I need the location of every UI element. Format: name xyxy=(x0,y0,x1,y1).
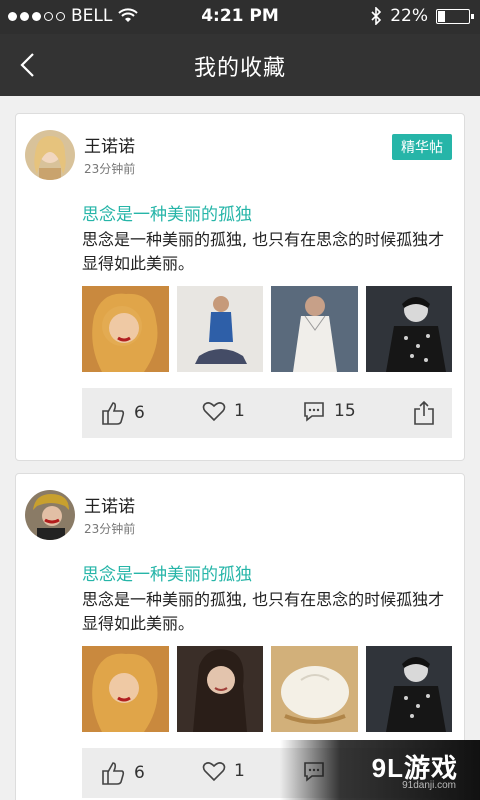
user-avatar[interactable] xyxy=(25,490,75,540)
favorite-button[interactable]: 1 xyxy=(202,760,245,782)
comment-count: 15 xyxy=(334,401,356,421)
bluetooth-icon xyxy=(371,7,382,25)
like-button[interactable]: 6 xyxy=(100,400,145,426)
thumbs-up-icon xyxy=(102,762,125,785)
post-image[interactable] xyxy=(82,286,169,372)
battery-level-fill xyxy=(438,10,446,22)
post-body[interactable]: 思念是一种美丽的孤独, 也只有在思念的时候孤独才显得如此美丽。 xyxy=(82,588,460,636)
comment-button[interactable]: 15 xyxy=(302,400,356,422)
share-button[interactable] xyxy=(412,400,436,426)
post-card[interactable]: 王诺诺 23分钟前 精华帖 思念是一种美丽的孤独 思念是一种美丽的孤独, 也只有… xyxy=(15,113,465,461)
status-right: 22% xyxy=(370,6,474,26)
favorite-button[interactable]: 1 xyxy=(202,400,245,422)
thumbs-up-icon xyxy=(102,402,125,425)
post-title[interactable]: 思念是一种美丽的孤独 xyxy=(82,200,252,225)
post-image[interactable] xyxy=(176,286,263,372)
watermark-logo: 9L游戏 91danji.com xyxy=(280,740,480,800)
battery-percent: 22% xyxy=(390,6,428,26)
user-name[interactable]: 王诺诺 xyxy=(84,132,135,157)
post-images xyxy=(82,646,452,732)
heart-icon xyxy=(202,402,226,422)
watermark-site: 91danji.com xyxy=(402,780,456,791)
like-button[interactable]: 6 xyxy=(100,760,145,786)
like-count: 6 xyxy=(134,763,145,783)
post-image[interactable] xyxy=(365,646,452,732)
page-title: 我的收藏 xyxy=(193,56,286,81)
favorites-feed[interactable]: 王诺诺 23分钟前 精华帖 思念是一种美丽的孤独 思念是一种美丽的孤独, 也只有… xyxy=(0,96,480,800)
comment-icon xyxy=(304,402,324,422)
post-image[interactable] xyxy=(365,286,452,372)
post-title[interactable]: 思念是一种美丽的孤独 xyxy=(82,560,252,585)
favorite-count: 1 xyxy=(234,761,245,781)
battery-icon xyxy=(436,8,474,24)
post-image[interactable] xyxy=(271,646,358,732)
post-images xyxy=(82,286,452,372)
favorite-count: 1 xyxy=(234,401,245,421)
post-image[interactable] xyxy=(82,646,169,732)
post-time: 23分钟前 xyxy=(84,522,136,536)
like-count: 6 xyxy=(134,403,145,423)
user-name[interactable]: 王诺诺 xyxy=(84,492,135,517)
post-image[interactable] xyxy=(271,286,358,372)
navigation-bar: 我的收藏 xyxy=(0,34,480,96)
post-body[interactable]: 思念是一种美丽的孤独, 也只有在思念的时候孤独才显得如此美丽。 xyxy=(82,228,460,276)
user-avatar[interactable] xyxy=(25,130,75,180)
post-image[interactable] xyxy=(176,646,263,732)
share-icon xyxy=(414,400,434,425)
post-time: 23分钟前 xyxy=(84,162,136,176)
heart-icon xyxy=(202,762,226,782)
featured-badge: 精华帖 xyxy=(392,134,452,160)
status-bar: BELL 4:21 PM 22% xyxy=(0,0,480,34)
post-actions-bar: 6 1 15 xyxy=(82,388,452,438)
